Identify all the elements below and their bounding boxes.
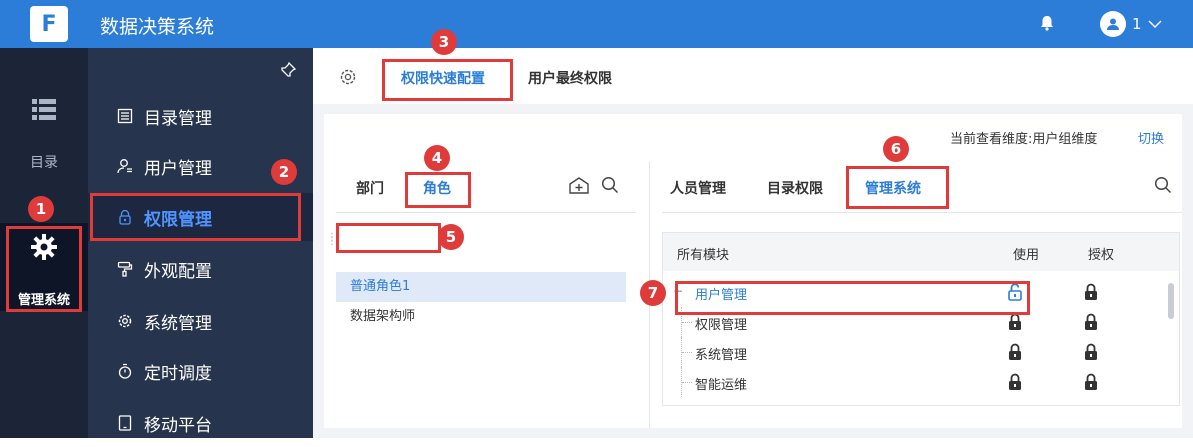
header-use: 使用 (1013, 248, 1040, 263)
annotation-box (382, 59, 513, 101)
user-icon (116, 157, 134, 175)
search-icon[interactable] (601, 176, 619, 194)
add-role-icon[interactable] (569, 176, 589, 194)
nav-item-directory[interactable]: 目录管理 (88, 92, 313, 140)
timer-icon (116, 362, 134, 380)
annotation-box (6, 226, 82, 312)
settings-icon[interactable] (339, 68, 357, 86)
top-bar: F 数据决策系统 1 (0, 0, 1193, 48)
module-name: 智能运维 (695, 378, 748, 393)
pin-icon[interactable] (280, 62, 296, 78)
dimension-info: 当前查看维度:用户组维度 (950, 132, 1098, 147)
nav-menu: 目录管理 用户管理 权限管理 外观配置 系统管理 定时调度 移动平台 (88, 48, 313, 438)
step-marker: 4 (424, 145, 450, 171)
nav-item-schedule[interactable]: 定时调度 (88, 347, 313, 395)
nav-item-label: 外观配置 (144, 261, 212, 282)
annotation-box (336, 223, 441, 253)
lock-icon[interactable] (1084, 313, 1098, 331)
step-marker: 2 (271, 159, 297, 185)
permission-panel: 当前查看维度:用户组维度 切换 部门 角色 ⋮ ⋮ 普通角色1 数据架构师 人员管… (324, 114, 1182, 428)
lock-icon[interactable] (1084, 343, 1098, 361)
nav-item-label: 移动平台 (144, 415, 212, 436)
tab-directory-permission[interactable]: 目录权限 (767, 178, 823, 198)
app-logo: F (30, 6, 68, 42)
annotation-box (846, 166, 949, 209)
step-marker: 5 (438, 224, 464, 250)
lock-icon[interactable] (1008, 313, 1022, 331)
annotation-box (675, 281, 1030, 315)
nav-item-label: 用户管理 (144, 158, 212, 179)
nav-item-label: 定时调度 (144, 363, 212, 384)
tab-final-permission[interactable]: 用户最终权限 (528, 68, 612, 88)
lock-icon[interactable] (1008, 373, 1022, 391)
step-marker: 1 (28, 196, 54, 222)
search-icon[interactable] (1154, 176, 1172, 194)
module-name: 权限管理 (695, 318, 748, 333)
annotation-box (90, 193, 301, 241)
tree-line (681, 367, 692, 397)
avatar (1100, 11, 1126, 37)
directory-icon[interactable] (32, 98, 56, 120)
user-menu[interactable]: 1 (1100, 11, 1162, 37)
app-title: 数据决策系统 (100, 16, 215, 38)
tablet-icon (116, 414, 134, 432)
annotation-box (405, 172, 471, 208)
chevron-down-icon (1148, 20, 1162, 29)
table-row[interactable]: 智能运维 (663, 367, 1163, 397)
divider (336, 212, 636, 213)
step-marker: 6 (883, 136, 909, 162)
tab-department[interactable]: 部门 (356, 178, 384, 198)
module-permission-table: 所有模块 使用 授权 − 用户管理 权限管理 系统管理 智能运维 (662, 232, 1180, 406)
divider (662, 212, 1182, 213)
nav-item-label: 系统管理 (144, 313, 212, 334)
bell-icon[interactable] (1038, 14, 1056, 32)
header-grant: 授权 (1088, 248, 1115, 263)
gear-icon (116, 312, 134, 330)
left-panel-actions (569, 176, 619, 194)
nav-item-label: 目录管理 (144, 108, 212, 129)
paint-roller-icon (116, 260, 134, 278)
module-name: 系统管理 (695, 348, 748, 363)
directory-label[interactable]: 目录 (0, 152, 88, 172)
list-icon (116, 107, 134, 125)
step-marker: 7 (640, 280, 666, 306)
scrollbar[interactable] (1168, 283, 1174, 319)
tree-line (681, 337, 692, 367)
table-header: 所有模块 使用 授权 (663, 233, 1179, 271)
nav-item-appearance[interactable]: 外观配置 (88, 245, 313, 293)
lock-icon[interactable] (1084, 283, 1098, 301)
lock-icon[interactable] (1008, 343, 1022, 361)
table-row[interactable]: 系统管理 (663, 337, 1163, 367)
nav-item-mobile[interactable]: 移动平台 (88, 399, 313, 447)
role-item[interactable]: 数据架构师 (336, 302, 626, 332)
lock-icon[interactable] (1084, 373, 1098, 391)
switch-link[interactable]: 切换 (1138, 128, 1164, 147)
role-item[interactable]: 普通角色1 (336, 272, 626, 302)
step-marker: 3 (431, 29, 457, 55)
user-name: 1 (1132, 15, 1142, 33)
nav-item-system[interactable]: 系统管理 (88, 297, 313, 345)
tab-personnel[interactable]: 人员管理 (670, 178, 726, 198)
header-module: 所有模块 (677, 248, 730, 263)
